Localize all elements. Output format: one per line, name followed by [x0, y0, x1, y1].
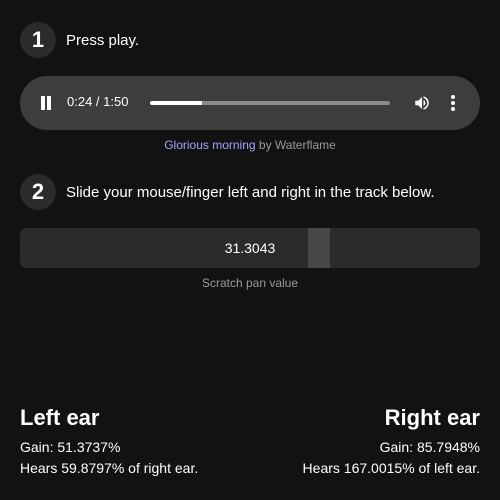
left-ear-hears: Hears 59.8797% of right ear. [20, 460, 199, 476]
pan-track[interactable]: 31.3043 [20, 228, 480, 268]
pause-icon[interactable] [40, 96, 52, 110]
song-link[interactable]: Glorious morning [164, 138, 255, 152]
right-ear-title: Right ear [384, 405, 480, 430]
left-ear-title: Left ear [20, 405, 100, 430]
right-ear-gain: Gain: 85.7948% [379, 439, 480, 455]
pan-value: 31.3043 [224, 240, 276, 256]
artist-name: Waterflame [274, 138, 336, 152]
time-readout: 0:24 / 1:50 [67, 94, 129, 109]
seek-bar[interactable] [150, 101, 390, 105]
left-ear-gain: Gain: 51.3737% [20, 439, 121, 455]
seek-bar-progress [150, 101, 203, 105]
page: 1 Press play. 0:24 / 1:50 Glorious morni… [0, 0, 500, 500]
song-credit: Glorious morning by Waterflame [0, 138, 500, 152]
step-2: 2 Slide your mouse/finger left and right… [20, 174, 435, 210]
step-1: 1 Press play. [20, 22, 139, 58]
step-number-1: 1 [20, 22, 56, 58]
volume-icon[interactable] [413, 94, 431, 112]
more-vert-icon[interactable] [449, 94, 457, 112]
step-instruction-1: Press play. [66, 31, 140, 49]
pan-caption: Scratch pan value [201, 276, 299, 290]
right-ear-panel: Right ear Gain: 85.7948% Hears 167.0015%… [303, 405, 480, 479]
credit-by: by [255, 138, 275, 152]
left-ear-panel: Left ear Gain: 51.3737% Hears 59.8797% o… [20, 405, 198, 479]
step-number-2: 2 [20, 174, 56, 210]
audio-player: 0:24 / 1:50 [20, 76, 480, 130]
right-ear-hears: Hears 167.0015% of left ear. [302, 460, 480, 476]
step-instruction-2: Slide your mouse/finger left and right i… [66, 183, 435, 201]
